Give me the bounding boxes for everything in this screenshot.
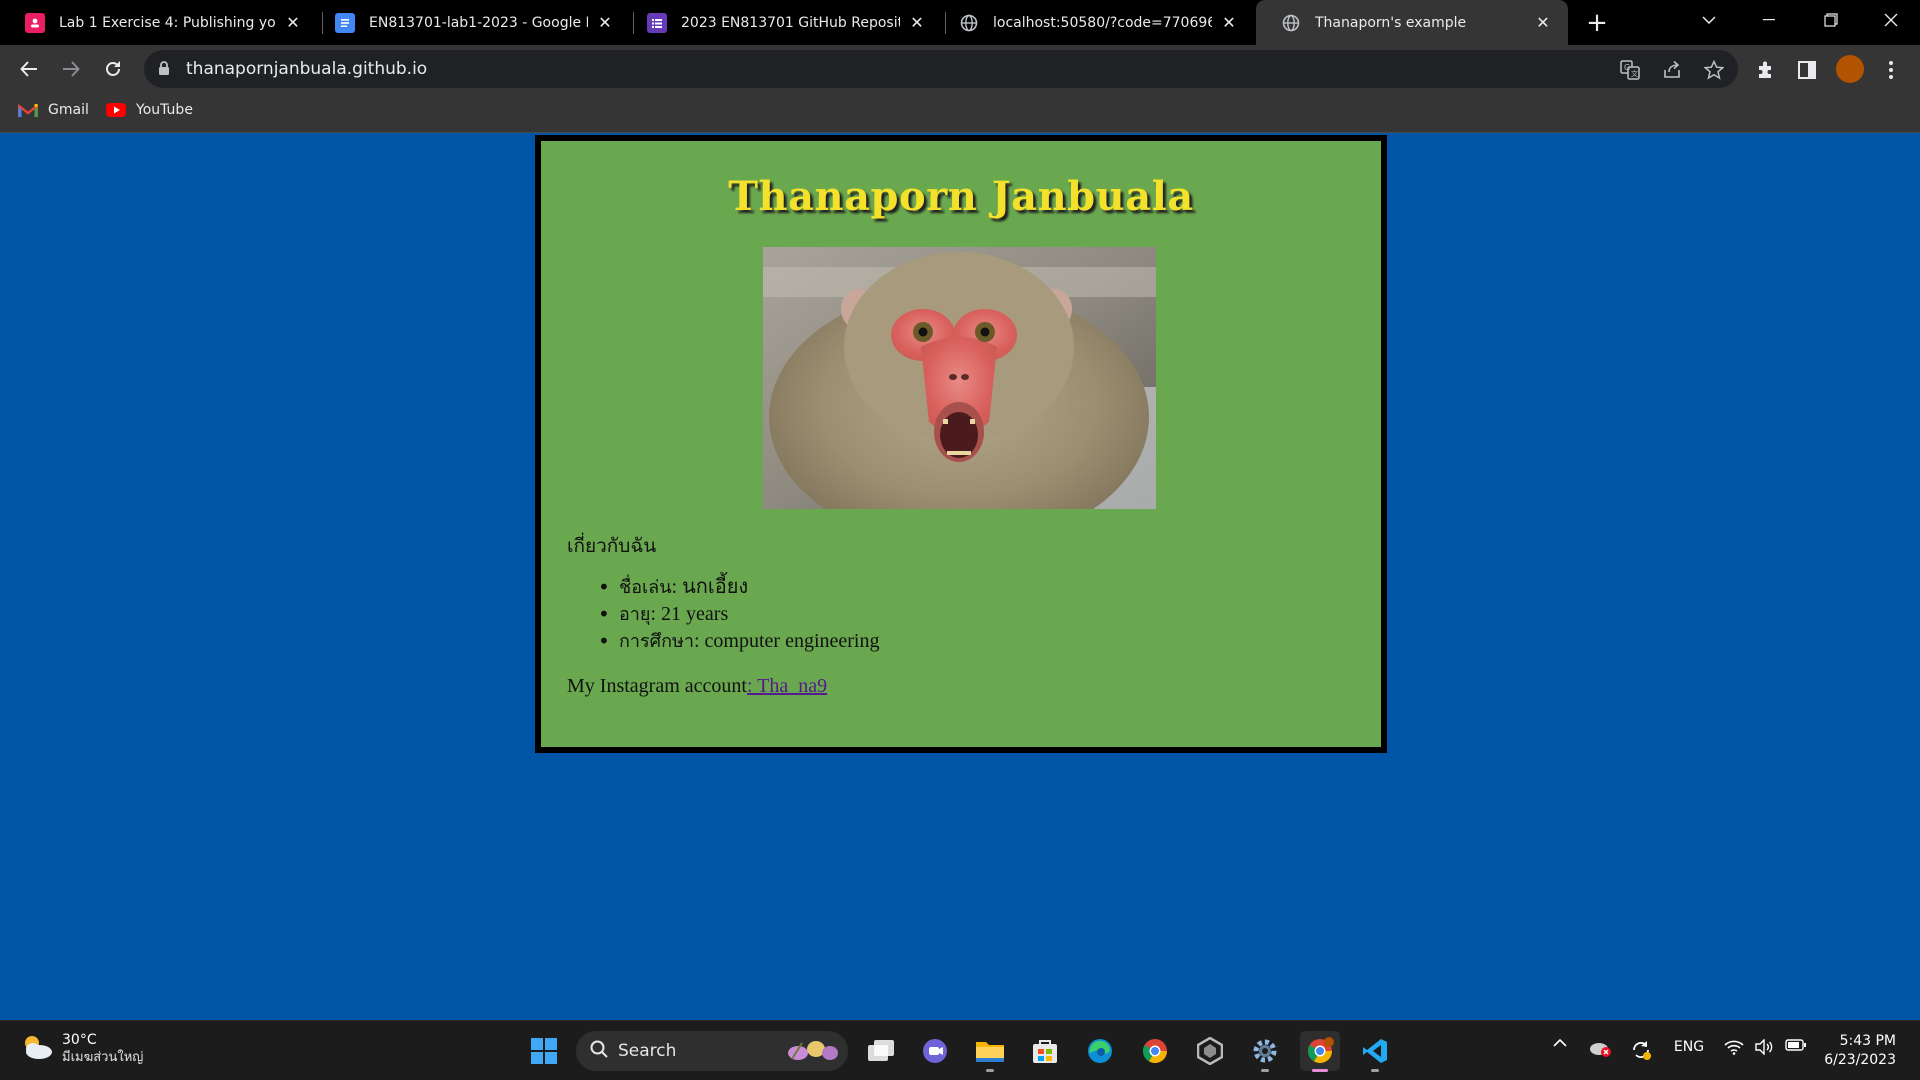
tab-thanaporn-example[interactable]: Thanaporn's example ✕ bbox=[1256, 0, 1568, 45]
chrome-icon[interactable] bbox=[1135, 1031, 1175, 1071]
bookmarks-bar: Gmail YouTube bbox=[0, 93, 1920, 133]
tab-title: Thanaporn's example bbox=[1315, 14, 1467, 31]
tab-localhost[interactable]: localhost:50580/?code=770696d58 ✕ bbox=[934, 0, 1254, 45]
translate-icon[interactable]: G文 bbox=[1618, 58, 1642, 82]
volume-icon[interactable] bbox=[1752, 1039, 1776, 1055]
docs-icon bbox=[335, 12, 355, 33]
svg-text:G: G bbox=[1624, 63, 1630, 72]
profile-card: Thanaporn Janbuala เกี่ยวกับฉัน • ชื่อเล… bbox=[535, 135, 1387, 753]
url-text[interactable]: thanapornjanbuala.github.io bbox=[186, 59, 427, 79]
task-view-icon[interactable] bbox=[861, 1031, 901, 1071]
search-icon bbox=[590, 1040, 608, 1063]
clock-date: 6/23/2023 bbox=[1824, 1052, 1896, 1068]
taskbar: 30°C มีเมฆส่วนใหญ่ Search ENG 5:43 PM 6/… bbox=[0, 1020, 1920, 1080]
lock-icon[interactable] bbox=[158, 61, 170, 80]
cloudy-weather-icon bbox=[20, 1034, 54, 1064]
tab-title: Lab 1 Exercise 4: Publishing your we bbox=[59, 14, 276, 31]
reload-button[interactable] bbox=[98, 54, 128, 84]
about-heading: เกี่ยวกับฉัน bbox=[567, 535, 657, 557]
profile-avatar[interactable] bbox=[1836, 55, 1864, 83]
file-explorer-icon[interactable] bbox=[970, 1031, 1010, 1072]
forms-icon bbox=[647, 12, 667, 33]
edge-icon[interactable] bbox=[1080, 1031, 1120, 1071]
back-button[interactable] bbox=[14, 54, 44, 84]
info-list: ชื่อเล่น: นกเอี้ยง อายุ: 21 years การศึก… bbox=[595, 574, 879, 655]
classroom-icon bbox=[25, 12, 45, 33]
list-item-education: การศึกษา: computer engineering bbox=[595, 628, 879, 655]
list-item-age: อายุ: 21 years bbox=[595, 601, 879, 628]
youtube-icon bbox=[106, 102, 126, 118]
sync-icon[interactable] bbox=[1628, 1039, 1654, 1061]
tab-title: 2023 EN813701 GitHub Repository bbox=[681, 14, 900, 31]
app-hexagon-icon[interactable] bbox=[1190, 1031, 1230, 1071]
instagram-label: My Instagram account bbox=[567, 675, 747, 697]
clock[interactable]: 5:43 PM 6/23/2023 bbox=[1820, 1032, 1896, 1070]
restore-button[interactable] bbox=[1806, 0, 1856, 40]
weather-location: มีเมฆส่วนใหญ่ bbox=[62, 1050, 144, 1065]
start-button[interactable] bbox=[524, 1031, 564, 1071]
browser-toolbar: thanapornjanbuala.github.io G文 bbox=[0, 45, 1920, 93]
forward-button[interactable] bbox=[56, 54, 86, 84]
bookmark-label: YouTube bbox=[136, 102, 193, 118]
close-icon[interactable]: ✕ bbox=[906, 12, 928, 34]
instagram-line: My Instagram account: Tha_na9 bbox=[567, 675, 827, 698]
microsoft-store-icon[interactable] bbox=[1025, 1031, 1065, 1071]
bookmark-label: Gmail bbox=[48, 102, 89, 118]
bookmark-gmail[interactable]: Gmail bbox=[18, 102, 89, 118]
show-hidden-icons-button[interactable] bbox=[1550, 1039, 1570, 1047]
settings-gear-icon[interactable] bbox=[1245, 1031, 1285, 1072]
new-tab-button[interactable]: + bbox=[1582, 8, 1612, 38]
close-window-button[interactable] bbox=[1866, 0, 1916, 40]
tab-google-doc[interactable]: EN813701-lab1-2023 - Google Doc ✕ bbox=[310, 0, 630, 45]
weather-widget[interactable]: 30°C มีเมฆส่วนใหญ่ bbox=[20, 1031, 143, 1067]
minimize-button[interactable] bbox=[1744, 0, 1794, 40]
address-bar[interactable]: thanapornjanbuala.github.io G文 bbox=[144, 50, 1738, 88]
list-item-nickname: ชื่อเล่น: นกเอี้ยง bbox=[595, 574, 879, 601]
tab-search-button[interactable] bbox=[1684, 0, 1734, 40]
close-icon[interactable]: ✕ bbox=[594, 12, 616, 34]
tab-github-repository[interactable]: 2023 EN813701 GitHub Repository ✕ bbox=[622, 0, 942, 45]
language-indicator[interactable]: ENG bbox=[1668, 1039, 1710, 1055]
vscode-icon[interactable] bbox=[1355, 1031, 1395, 1072]
close-icon[interactable]: ✕ bbox=[1218, 12, 1240, 34]
onedrive-error-icon[interactable] bbox=[1586, 1039, 1614, 1057]
bookmark-star-icon[interactable] bbox=[1702, 58, 1726, 82]
tab-title: localhost:50580/?code=770696d58 bbox=[993, 14, 1212, 31]
weather-temperature: 30°C bbox=[62, 1032, 97, 1048]
monkey-photo bbox=[763, 247, 1156, 509]
share-icon[interactable] bbox=[1660, 58, 1684, 82]
tab-title: EN813701-lab1-2023 - Google Doc bbox=[369, 14, 588, 31]
globe-icon bbox=[959, 13, 979, 33]
chrome-active-icon[interactable] bbox=[1300, 1031, 1340, 1072]
search-highlight-icon bbox=[784, 1037, 840, 1070]
clock-time: 5:43 PM bbox=[1839, 1033, 1896, 1049]
battery-icon[interactable] bbox=[1784, 1039, 1808, 1051]
page-title: Thanaporn Janbuala bbox=[728, 173, 1194, 220]
teams-chat-icon[interactable] bbox=[915, 1031, 955, 1071]
tab-strip: Lab 1 Exercise 4: Publishing your we ✕ E… bbox=[0, 0, 1920, 45]
search-placeholder: Search bbox=[618, 1041, 677, 1061]
gmail-icon bbox=[18, 102, 38, 118]
taskbar-search[interactable]: Search bbox=[576, 1031, 848, 1071]
tab-lab-exercise[interactable]: Lab 1 Exercise 4: Publishing your we ✕ bbox=[0, 0, 318, 45]
wifi-icon[interactable] bbox=[1722, 1039, 1746, 1055]
extensions-icon[interactable] bbox=[1752, 57, 1778, 83]
side-panel-icon[interactable] bbox=[1794, 57, 1820, 83]
menu-icon[interactable] bbox=[1878, 57, 1904, 83]
instagram-link[interactable]: : Tha_na9 bbox=[747, 675, 827, 697]
bookmark-youtube[interactable]: YouTube bbox=[106, 102, 193, 118]
svg-text:文: 文 bbox=[1631, 69, 1638, 78]
page-viewport: Thanaporn Janbuala เกี่ยวกับฉัน • ชื่อเล… bbox=[0, 134, 1920, 1020]
close-icon[interactable]: ✕ bbox=[1532, 12, 1554, 34]
close-icon[interactable]: ✕ bbox=[282, 12, 304, 34]
globe-icon bbox=[1281, 13, 1301, 33]
